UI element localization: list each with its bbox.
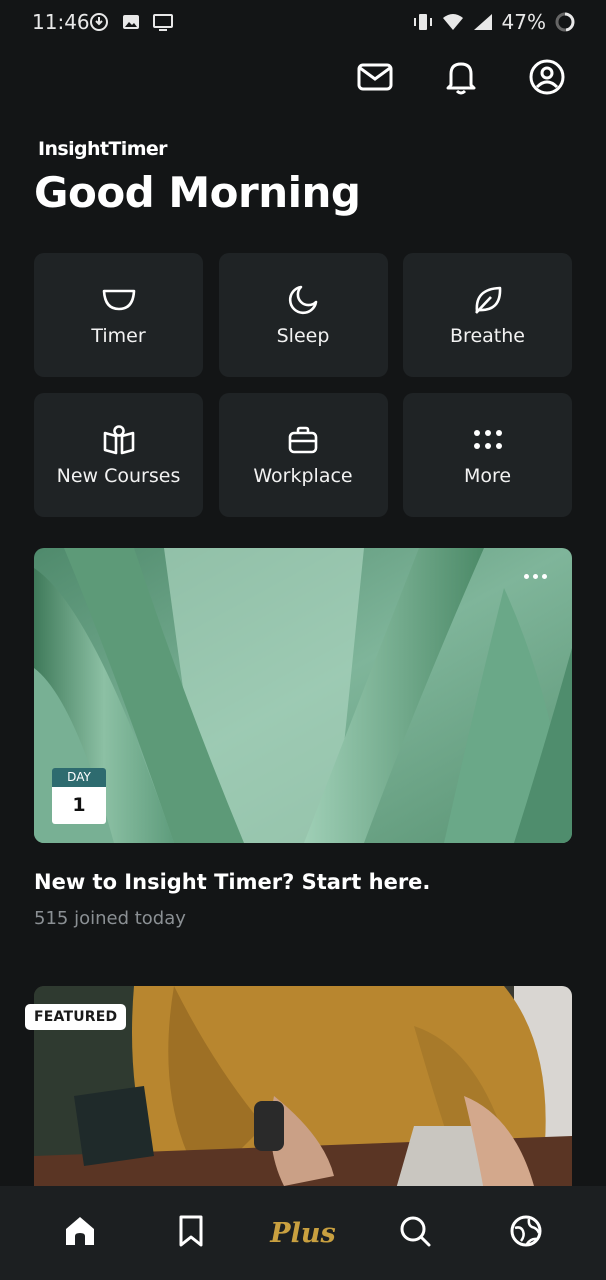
more-options-icon[interactable]: [520, 566, 550, 586]
dot: [541, 573, 547, 579]
monitor-icon: [152, 11, 174, 33]
profile-icon[interactable]: [528, 58, 566, 96]
day-number: 1: [52, 787, 106, 824]
tile-new-courses[interactable]: New Courses: [34, 393, 203, 517]
battery-icon: [554, 11, 576, 33]
dot: [532, 573, 538, 579]
status-bar: 11:46 47%: [0, 0, 606, 46]
grid-dots-icon: [471, 423, 505, 457]
course-card-subtitle: 515 joined today: [34, 908, 186, 929]
home-icon: [63, 1214, 97, 1252]
day-badge: DAY 1: [52, 768, 106, 824]
wifi-icon: [442, 11, 464, 33]
tile-label: Sleep: [276, 325, 330, 347]
bottom-nav: Plus: [0, 1186, 606, 1280]
status-left-icons: [88, 11, 174, 33]
course-card-image[interactable]: DAY 1: [34, 548, 572, 843]
image-icon: [120, 11, 142, 33]
agave-illustration: [34, 548, 572, 843]
nav-home[interactable]: [50, 1203, 110, 1263]
tile-label: Breathe: [450, 325, 525, 347]
nav-saved[interactable]: [161, 1203, 221, 1263]
globe-icon: [509, 1214, 543, 1252]
book-icon: [102, 423, 136, 457]
nav-discover[interactable]: [496, 1203, 556, 1263]
dot: [523, 573, 529, 579]
tile-label: More: [463, 465, 512, 487]
moon-icon: [286, 283, 320, 317]
bowl-icon: [102, 283, 136, 317]
course-card-title[interactable]: New to Insight Timer? Start here.: [34, 870, 430, 894]
vibrate-icon: [412, 11, 434, 33]
tile-breathe[interactable]: Breathe: [403, 253, 572, 377]
signal-icon: [472, 11, 494, 33]
nav-search[interactable]: [385, 1203, 445, 1263]
day-label: DAY: [52, 768, 106, 787]
tile-label: Timer: [91, 325, 146, 347]
page-title: Good Morning: [34, 168, 361, 217]
bookmark-icon: [176, 1214, 206, 1252]
brand-logo: InsightTimer: [38, 138, 168, 160]
plus-label: Plus: [270, 1217, 336, 1249]
nav-plus[interactable]: Plus: [270, 1203, 336, 1263]
data-saver-icon: [88, 11, 110, 33]
mail-icon[interactable]: [356, 58, 394, 96]
leaf-icon: [471, 283, 505, 317]
top-actions: [356, 58, 566, 96]
tile-label: Workplace: [253, 465, 353, 487]
tile-workplace[interactable]: Workplace: [218, 393, 388, 517]
quick-tiles: Timer Sleep Breathe New Courses Workplac…: [34, 253, 572, 517]
tile-sleep[interactable]: Sleep: [218, 253, 388, 377]
featured-badge: FEATURED: [25, 1004, 127, 1030]
search-icon: [398, 1214, 432, 1252]
tile-timer[interactable]: Timer: [34, 253, 203, 377]
tile-more[interactable]: More: [403, 393, 572, 517]
tile-label: New Courses: [56, 465, 181, 487]
status-time: 11:46: [32, 10, 90, 34]
bell-icon[interactable]: [442, 58, 480, 96]
briefcase-icon: [286, 423, 320, 457]
battery-percent: 47%: [501, 10, 546, 34]
status-right-icons: 47%: [412, 10, 576, 34]
